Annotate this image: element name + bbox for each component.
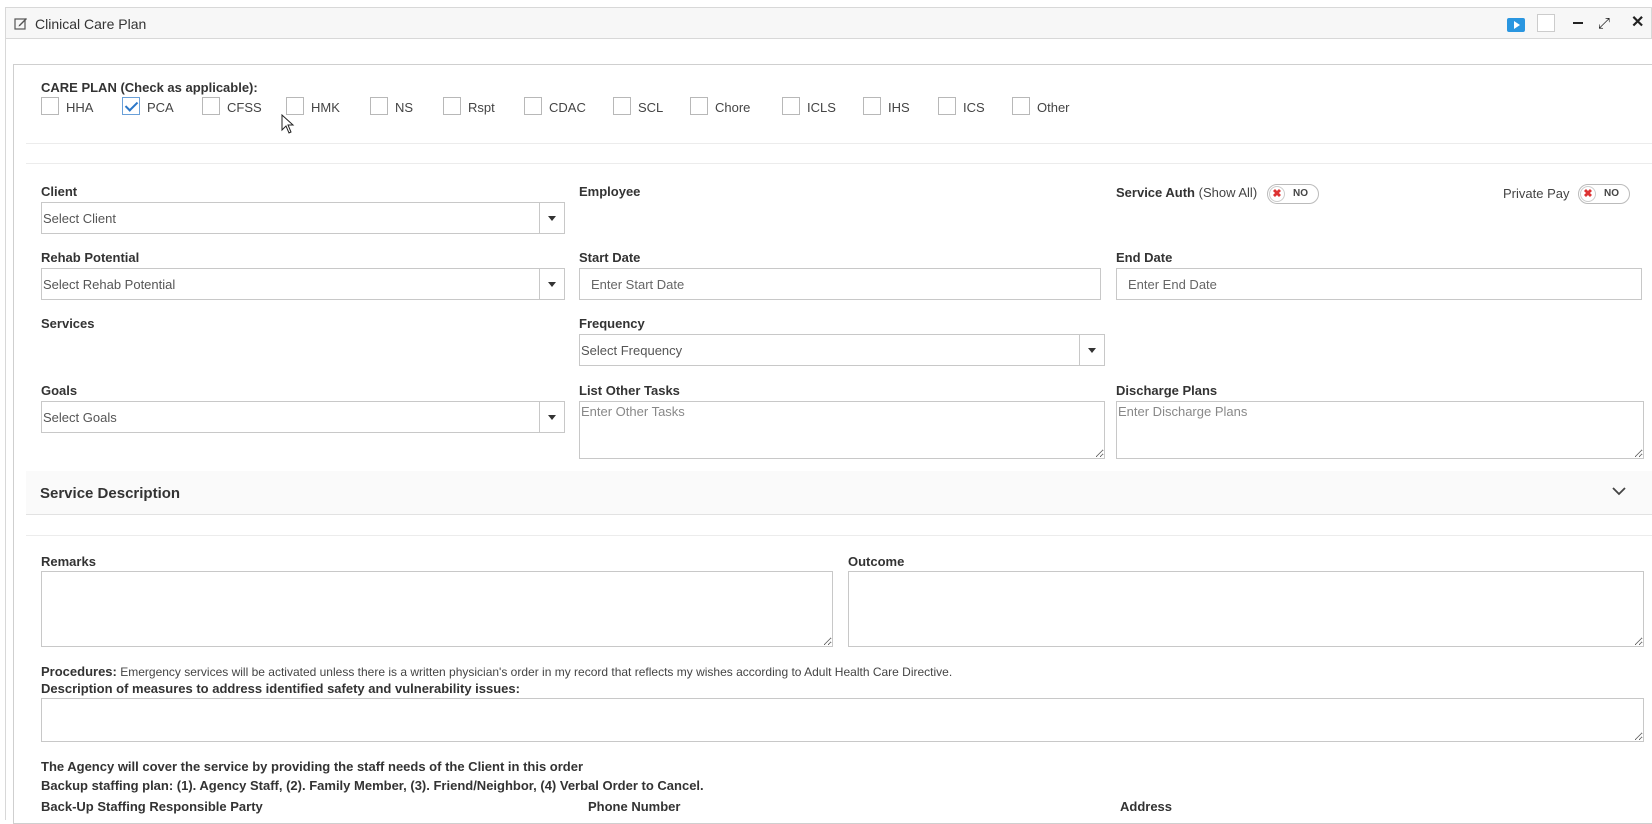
mouse-cursor-icon <box>281 114 295 134</box>
x-icon: ✖ <box>1269 186 1285 202</box>
checkbox-label: ICLS <box>807 100 836 115</box>
private-pay-label: Private Pay <box>1503 186 1570 201</box>
edit-icon <box>14 18 27 30</box>
backup-responsible-party-label: Back-Up Staffing Responsible Party <box>41 799 263 814</box>
outcome-textarea[interactable] <box>848 571 1644 647</box>
divider <box>26 163 1652 164</box>
procedures-text: Emergency services will be activated unl… <box>120 665 953 679</box>
care-plan-title: CARE PLAN (Check as applicable): <box>41 80 258 95</box>
checkbox-label: Chore <box>715 100 751 115</box>
service-auth-toggle[interactable]: ✖ NO <box>1267 184 1319 204</box>
square-icon[interactable] <box>1537 14 1555 32</box>
address-label: Address <box>1120 799 1173 814</box>
checkbox-label: ICS <box>963 100 985 115</box>
goals-label: Goals <box>41 383 78 398</box>
remarks-label: Remarks <box>41 554 96 569</box>
discharge-plans-textarea[interactable] <box>1116 401 1644 459</box>
rehab-select-text: Select Rehab Potential <box>43 277 176 292</box>
checkbox-box[interactable] <box>782 97 800 115</box>
backup-plan-text: Backup staffing plan: (1). Agency Staff,… <box>41 778 704 793</box>
expand-icon[interactable]: ⤢ <box>1598 15 1610 33</box>
close-icon[interactable]: ✕ <box>1631 14 1644 32</box>
rehab-potential-select[interactable]: Select Rehab Potential <box>41 268 565 300</box>
checkbox-box[interactable] <box>613 97 631 115</box>
checkbox-label: IHS <box>888 100 910 115</box>
remarks-textarea[interactable] <box>41 571 833 647</box>
service-auth-label: Service Auth (Show All) <box>1116 185 1257 200</box>
frequency-select[interactable]: Select Frequency <box>579 334 1105 366</box>
employee-label: Employee <box>579 184 641 199</box>
chevron-down-icon[interactable] <box>539 269 564 299</box>
chevron-down-icon[interactable] <box>539 402 564 432</box>
show-all-link[interactable]: (Show All) <box>1199 185 1258 200</box>
checkbox-label: CFSS <box>227 100 262 115</box>
checkbox-box[interactable] <box>690 97 708 115</box>
private-pay-toggle[interactable]: ✖ NO <box>1578 184 1630 204</box>
measures-label: Description of measures to address ident… <box>41 681 520 696</box>
checkbox-box[interactable] <box>938 97 956 115</box>
start-date-label: Start Date <box>579 250 641 265</box>
phone-number-label: Phone Number <box>588 799 681 814</box>
end-date-input[interactable] <box>1116 268 1642 300</box>
outcome-label: Outcome <box>848 554 905 569</box>
client-label: Client <box>41 184 78 199</box>
window-header: Clinical Care Plan ⤢ ✕ <box>5 7 1652 39</box>
discharge-plans-label: Discharge Plans <box>1116 383 1218 398</box>
checkbox-label: HHA <box>66 100 94 115</box>
checkbox-label: HMK <box>311 100 340 115</box>
toggle-state: NO <box>1604 188 1619 199</box>
procedures-label: Procedures: <box>41 664 117 679</box>
rehab-potential-label: Rehab Potential <box>41 250 140 265</box>
divider <box>26 143 1652 144</box>
x-icon: ✖ <box>1580 186 1596 202</box>
client-select-text: Select Client <box>43 211 116 226</box>
start-date-input[interactable] <box>579 268 1101 300</box>
toggle-state: NO <box>1293 188 1308 199</box>
checkbox-box[interactable] <box>370 97 388 115</box>
agency-text: The Agency will cover the service by pro… <box>41 759 584 774</box>
services-label: Services <box>41 316 95 331</box>
divider <box>26 535 1652 536</box>
checkbox-box[interactable] <box>863 97 881 115</box>
other-tasks-label: List Other Tasks <box>579 383 680 398</box>
end-date-label: End Date <box>1116 250 1173 265</box>
chevron-down-icon[interactable] <box>1612 485 1626 497</box>
checkbox-label: NS <box>395 100 414 115</box>
checkbox-label: Other <box>1037 100 1070 115</box>
checkbox-box[interactable] <box>41 97 59 115</box>
goals-select-text: Select Goals <box>43 410 117 425</box>
service-description-title: Service Description <box>40 485 181 502</box>
frequency-label: Frequency <box>579 316 645 331</box>
checkbox-box[interactable] <box>443 97 461 115</box>
chevron-down-icon[interactable] <box>1079 335 1104 365</box>
service-auth-text: Service Auth <box>1116 185 1195 200</box>
checkbox-box[interactable] <box>122 97 140 115</box>
window-title: Clinical Care Plan <box>35 16 147 32</box>
checkbox-label: PCA <box>147 100 174 115</box>
service-description-bar[interactable] <box>26 471 1652 514</box>
divider <box>26 514 1652 515</box>
play-icon[interactable] <box>1507 18 1525 32</box>
chevron-down-icon[interactable] <box>539 203 564 233</box>
measures-textarea[interactable] <box>41 698 1644 742</box>
frequency-select-text: Select Frequency <box>581 343 683 358</box>
checkbox-label: CDAC <box>549 100 586 115</box>
other-tasks-textarea[interactable] <box>579 401 1105 459</box>
minimize-icon[interactable] <box>1573 22 1583 24</box>
checkbox-label: Rspt <box>468 100 495 115</box>
checkbox-box[interactable] <box>524 97 542 115</box>
window-border <box>5 39 6 820</box>
client-select[interactable]: Select Client <box>41 202 565 234</box>
goals-select[interactable]: Select Goals <box>41 401 565 433</box>
checkbox-box[interactable] <box>286 97 304 115</box>
checkbox-label: SCL <box>638 100 664 115</box>
checkbox-box[interactable] <box>202 97 220 115</box>
checkbox-box[interactable] <box>1012 97 1030 115</box>
procedures-line: Procedures: Emergency services will be a… <box>41 664 952 679</box>
